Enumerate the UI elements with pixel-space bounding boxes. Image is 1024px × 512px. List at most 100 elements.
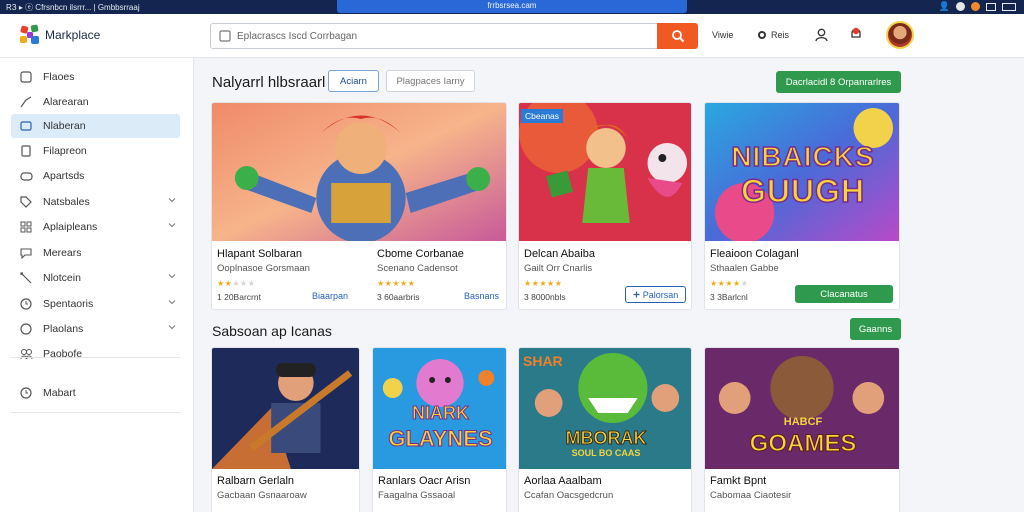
game-card[interactable]: Hlapant Solbaran Ooplnasoe Gorsmaan ★★★★… [211, 102, 507, 310]
user-icon[interactable]: 👤 [939, 1, 950, 12]
card-subtitle: Ccafan Oacsgedcrun [524, 490, 614, 501]
record-icon[interactable] [956, 2, 965, 11]
cover-title-line: NIARK [412, 403, 470, 424]
game-card[interactable]: SHAR MBORAK SOUL BO CAAS Aorlaa Aaalbam … [518, 347, 692, 512]
sidebar-item-label: Nlaberan [43, 120, 86, 132]
plus-icon [633, 291, 640, 298]
sidebar-item-plaolans[interactable]: Plaolans [11, 317, 180, 341]
card-subtitle: Cabomaa Ciaotesir [710, 490, 792, 501]
card-link[interactable]: Biaarpan [312, 291, 348, 301]
card-action-button[interactable]: Clacanatus [795, 285, 893, 303]
gamepad-icon [19, 169, 33, 183]
sidebar-item-label: Alarearan [43, 96, 89, 108]
box-icon [19, 271, 33, 285]
tab-plagpaces[interactable]: Plagpaces Iarny [386, 70, 475, 92]
chevron-down-icon[interactable] [168, 272, 176, 280]
chevron-down-icon[interactable] [168, 298, 176, 306]
card-price: 3 3Barlcnl [710, 292, 748, 302]
rating-stars: ★★★★★ [217, 279, 256, 288]
tab-aciarn[interactable]: Aciarn [328, 70, 379, 92]
home-icon [19, 70, 33, 84]
sidebar-item-flaoes[interactable]: Flaoes [11, 65, 180, 89]
sidebar-item-alarearan[interactable]: Alarearan [11, 90, 180, 114]
people-icon [19, 347, 33, 361]
sidebar-item-paobofe[interactable]: Paobofe [11, 342, 180, 366]
card-subtitle: Faagalna Gssaoal [378, 490, 456, 501]
game-card[interactable]: NIBAICKS GUUGH Fleaioon Colaganl Sthaale… [704, 102, 900, 310]
card-title: Cbome Corbanae [377, 248, 464, 260]
game-cover-image [212, 348, 359, 469]
sidebar-item-mabart[interactable]: Mabart [11, 381, 180, 405]
game-card[interactable]: NIARK GLAYNES Ranlars Oacr Arisn Faagaln… [372, 347, 507, 512]
card-price: 3 8000nbls [524, 292, 566, 302]
cover-title-line: NIBAICKS [731, 140, 875, 173]
sidebar-item-nlotcein[interactable]: Nlotcein [11, 266, 180, 290]
sidebar-item-apartsds[interactable]: Apartsds [11, 164, 180, 188]
chevron-down-icon[interactable] [168, 323, 176, 331]
sidebar-item-label: Natsbales [43, 196, 90, 208]
brand-name[interactable]: Markplace [45, 28, 100, 42]
avatar[interactable] [886, 21, 914, 49]
chevron-down-icon[interactable] [168, 196, 176, 204]
notification-icon[interactable] [971, 2, 980, 11]
sidebar-item-nlaberan[interactable]: Nlaberan [11, 114, 180, 138]
sidebar-item-label: Merears [43, 247, 82, 259]
sidebar: Flaoes Alarearan Nlaberan Filapreon Apar… [0, 58, 194, 512]
sidebar-item-label: Spentaoris [43, 298, 94, 310]
shield-icon [19, 322, 33, 336]
os-top-bar: RЗ ▸ ⓔ Cfrsnbcn ilsrrr... | Gmbbsrraaj f… [0, 0, 1024, 14]
nav-reis[interactable]: Reis [757, 30, 789, 40]
os-bar-tray: 👤 [939, 1, 1016, 12]
card-title: Aorlaa Aaalbam [524, 475, 602, 487]
cover-title-line: SHAR [523, 353, 563, 369]
sidebar-item-label: Paobofe [43, 348, 83, 360]
sidebar-item-natsbales[interactable]: Natsbales [11, 190, 180, 214]
section-action-button[interactable]: Gaanns [850, 318, 901, 340]
rating-stars: ★★★★★ [710, 279, 749, 288]
marketplace-logo-icon[interactable] [18, 23, 42, 47]
card-title: Ralbarn Gerlaln [217, 475, 295, 487]
search-button[interactable] [657, 23, 698, 49]
sidebar-item-merears[interactable]: Merears [11, 241, 180, 265]
grid-icon [19, 220, 33, 234]
user-icon[interactable] [815, 28, 828, 42]
sidebar-item-label: Apartsds [43, 170, 85, 182]
card-subtitle: Gacbaan Gsnaaroaw [217, 490, 307, 501]
card-action-button[interactable]: Palorsan [625, 286, 686, 303]
game-cover-image [212, 103, 506, 241]
game-card[interactable]: Ralbarn Gerlaln Gacbaan Gsnaaroaw [211, 347, 360, 512]
game-card[interactable]: HABCF GOAMES Famkt Bpnt Cabomaa Ciaotesi… [704, 347, 900, 512]
sidebar-item-label: Mabart [43, 387, 76, 399]
game-card[interactable]: Cbeanas Delcan Abaiba Gailt Orr Cnarlis … [518, 102, 692, 310]
address-bar[interactable]: frrbsrsea.cam [337, 0, 687, 13]
section-action-button[interactable]: Dacrlacidl 8 Orpanrarlres [776, 71, 901, 93]
sidebar-item-label: Aplaipleans [43, 221, 98, 233]
chat-icon [19, 246, 33, 260]
card-link[interactable]: Basnans [464, 291, 499, 301]
sidebar-item-spentaoris[interactable]: Spentaoris [11, 292, 180, 316]
search-box[interactable] [210, 23, 658, 49]
chevron-down-icon[interactable] [168, 221, 176, 229]
cover-title-line: GOAMES [749, 430, 857, 458]
section-title: Sabsoan ap Icanas [212, 323, 332, 339]
document-icon [19, 144, 33, 158]
search-input[interactable] [237, 28, 637, 44]
nav-viwie[interactable]: Viwie [712, 30, 733, 40]
sidebar-item-label: Filapreon [43, 145, 87, 157]
cover-title-line: GUUGH [740, 172, 866, 210]
cover-title-line: MBORAK [565, 428, 647, 449]
rating-stars: ★★★★★ [524, 279, 563, 288]
notification-bell-icon[interactable] [849, 26, 863, 42]
cover-title-line: HABCF [783, 416, 823, 428]
cover-title-line: GLAYNES [388, 426, 493, 452]
card-title: Famkt Bpnt [710, 475, 767, 487]
card-action-label: Palorsan [642, 289, 679, 300]
globe-icon [758, 31, 766, 39]
section-title: Nalyarrl hlbsraarl [212, 74, 326, 91]
sidebar-item-filapreon[interactable]: Filapreon [11, 139, 180, 163]
tag-icon [19, 195, 33, 209]
sidebar-item-label: Flaoes [43, 71, 75, 83]
settings-icon[interactable] [986, 2, 996, 11]
sidebar-item-aplaipleans[interactable]: Aplaipleans [11, 215, 180, 239]
sidebar-divider [11, 412, 180, 413]
